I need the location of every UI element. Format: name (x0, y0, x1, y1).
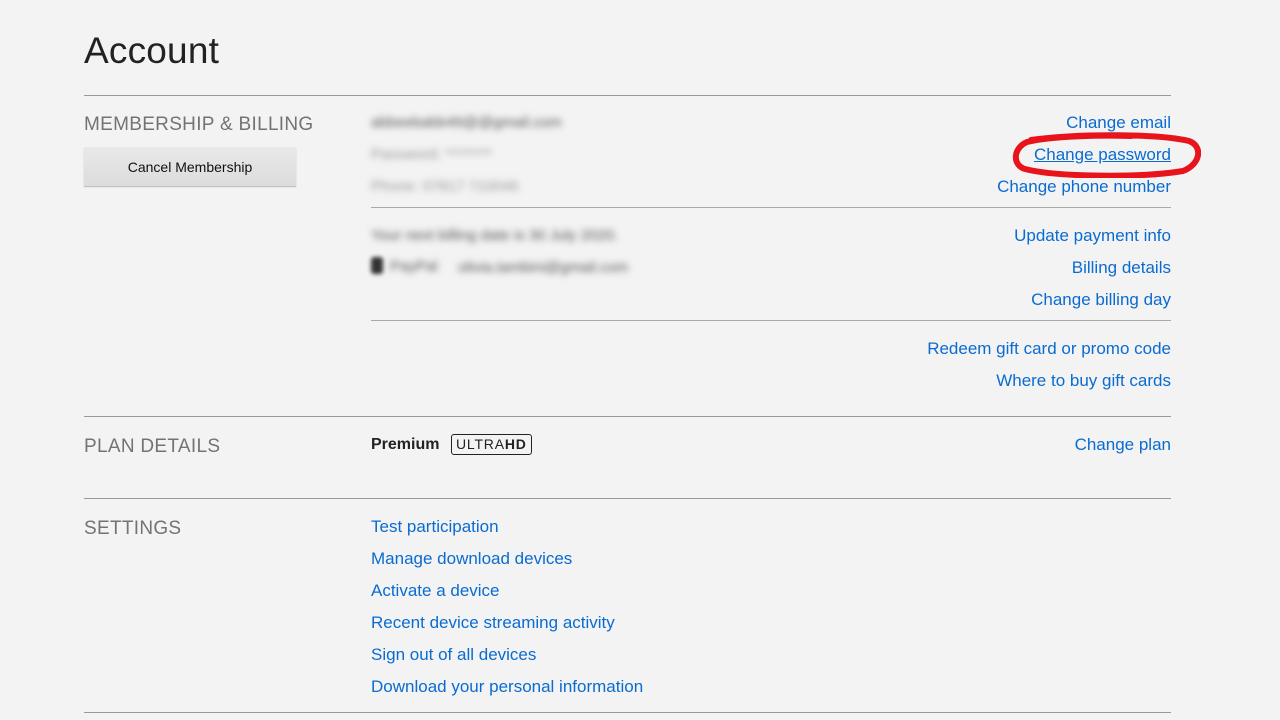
change-plan-link[interactable]: Change plan (1075, 435, 1171, 455)
divider (84, 712, 1171, 713)
divider (84, 498, 1171, 499)
divider (371, 320, 1171, 321)
cancel-membership-button[interactable]: Cancel Membership (84, 147, 296, 186)
test-participation-link[interactable]: Test participation (371, 517, 499, 537)
section-label-plan: PLAN DETAILS (84, 436, 221, 457)
plan-name: Premium (371, 436, 440, 453)
billing-details-link[interactable]: Billing details (1072, 258, 1171, 278)
divider (84, 95, 1171, 96)
account-page: Account MEMBERSHIP & BILLING Cancel Memb… (0, 0, 1280, 720)
redeem-gift-card-link[interactable]: Redeem gift card or promo code (927, 339, 1171, 359)
section-label-membership: MEMBERSHIP & BILLING (84, 114, 314, 135)
change-phone-link[interactable]: Change phone number (997, 177, 1171, 197)
page-title: Account (84, 30, 220, 71)
sign-out-all-devices-link[interactable]: Sign out of all devices (371, 645, 536, 665)
section-label-settings: SETTINGS (84, 518, 182, 539)
divider (84, 416, 1171, 417)
account-phone: Phone: 07817 710046 (371, 178, 519, 195)
payment-method: PayPal (390, 258, 438, 275)
change-billing-day-link[interactable]: Change billing day (1031, 290, 1171, 310)
manage-download-devices-link[interactable]: Manage download devices (371, 549, 572, 569)
badge-ultra: ULTRA (456, 436, 505, 452)
paypal-icon (371, 257, 383, 274)
badge-hd: HD (504, 436, 527, 452)
ultra-hd-badge: ULTRAHD (451, 434, 532, 455)
payment-email: olivia.tambini@gmail.com (458, 259, 629, 276)
where-to-buy-gift-cards-link[interactable]: Where to buy gift cards (996, 371, 1171, 391)
activate-device-link[interactable]: Activate a device (371, 581, 500, 601)
account-password: Password: ******** (371, 146, 492, 163)
download-personal-info-link[interactable]: Download your personal information (371, 677, 643, 697)
update-payment-info-link[interactable]: Update payment info (1014, 226, 1171, 246)
account-email: abbeebabb49@@gmail.com (371, 114, 562, 131)
change-email-link[interactable]: Change email (1066, 113, 1171, 133)
divider (371, 207, 1171, 208)
recent-streaming-activity-link[interactable]: Recent device streaming activity (371, 613, 615, 633)
next-billing-date: Your next billing date is 30 July 2020. (371, 227, 619, 244)
change-password-link[interactable]: Change password (1034, 145, 1171, 165)
